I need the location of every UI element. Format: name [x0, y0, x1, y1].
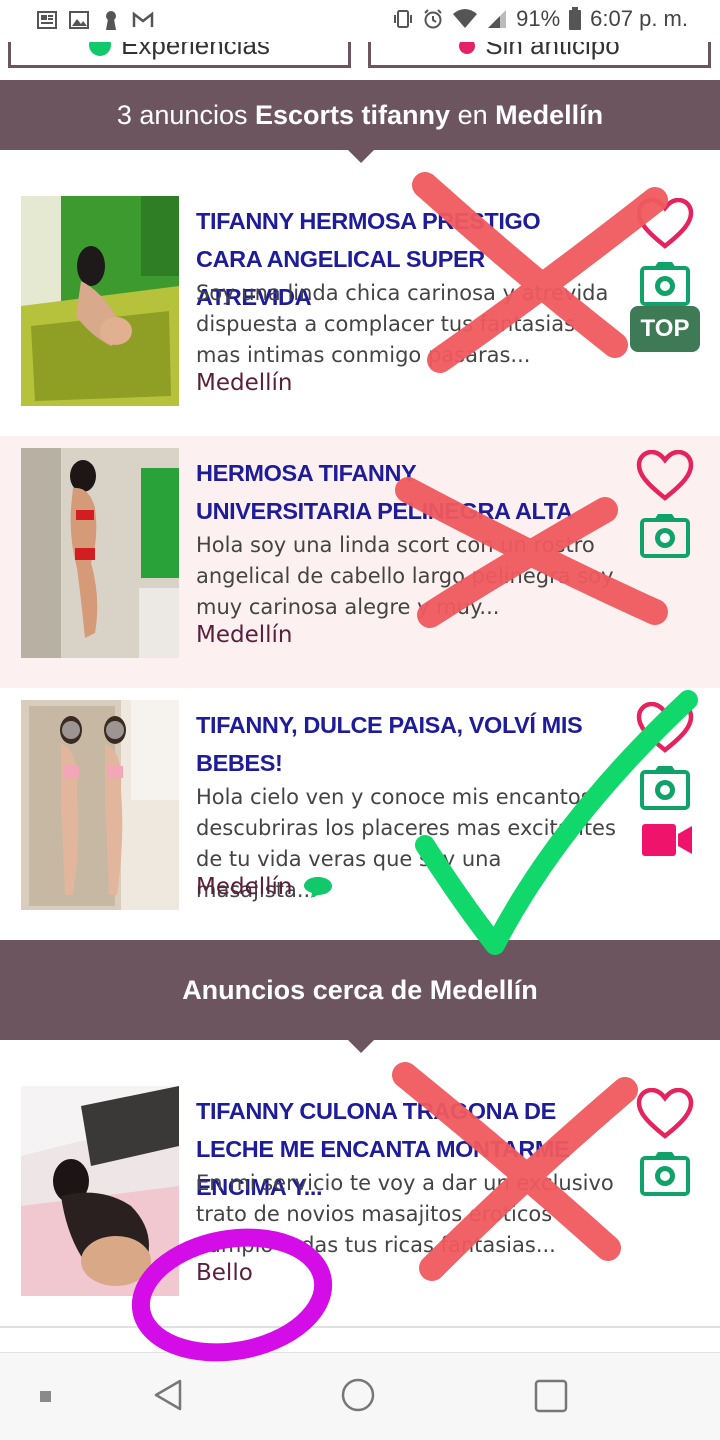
keyhole-icon — [106, 11, 116, 30]
header-notch — [348, 1040, 374, 1053]
favorite-heart-icon[interactable] — [636, 702, 694, 754]
listing-location: Bello — [196, 1260, 253, 1286]
listing-location: Medellín — [196, 874, 293, 900]
results-connector: en — [457, 99, 488, 130]
news-icon — [37, 11, 57, 29]
results-header: 3 anuncios Escorts tifanny en Medellín — [0, 80, 720, 163]
listing-card[interactable]: TIFANNY CULONA TRAGONA DE LECHE ME ENCAN… — [0, 1074, 720, 1326]
listing-description: Soy una linda chica carinosa y atrevida … — [196, 281, 609, 367]
clock: 6:07 p. m. — [590, 6, 688, 31]
header-notch — [348, 150, 374, 163]
results-city: Medellín — [495, 99, 604, 130]
listing-photo[interactable] — [21, 448, 179, 658]
listing-card[interactable]: HERMOSA TIFANNY UNIVERSITARIA PELINEGRA … — [0, 436, 720, 688]
camera-icon — [640, 262, 690, 306]
listing-location: Medellín — [196, 622, 293, 648]
nav-indicator-icon — [40, 1391, 51, 1402]
listing-description: En mi servicio te voy a dar un exclusivo… — [196, 1171, 614, 1257]
home-icon[interactable] — [340, 1377, 376, 1413]
camera-icon — [640, 514, 690, 558]
wifi-icon — [453, 9, 478, 28]
favorite-heart-icon[interactable] — [636, 1088, 694, 1140]
nearby-title: Anuncios cerca de Medellín — [182, 974, 538, 1005]
gmail-icon — [132, 11, 154, 27]
camera-icon — [640, 1152, 690, 1196]
listing-card[interactable]: TIFANNY, DULCE PAISA, VOLVÍ MIS BEBES! H… — [0, 688, 720, 940]
top-badge: TOP — [630, 306, 700, 352]
listing-location: Medellín — [196, 370, 293, 396]
image-icon — [69, 11, 89, 29]
divider — [0, 1326, 720, 1328]
listing-photo[interactable] — [21, 1086, 179, 1296]
results-count: 3 anuncios — [116, 99, 248, 130]
video-camera-icon — [642, 824, 692, 856]
listing-photo[interactable] — [21, 700, 179, 910]
favorite-heart-icon[interactable] — [636, 198, 694, 250]
battery-icon — [569, 7, 582, 30]
listing-title[interactable]: HERMOSA TIFANNY UNIVERSITARIA PELINEGRA … — [196, 454, 596, 530]
listing-description: Hola soy una linda scort con un rostro a… — [196, 533, 614, 619]
back-icon[interactable] — [150, 1377, 186, 1413]
signal-icon — [488, 10, 507, 28]
vibrate-icon — [394, 10, 413, 28]
battery-percent: 91% — [516, 6, 561, 31]
nearby-header: Anuncios cerca de Medellín — [0, 940, 720, 1053]
camera-icon — [640, 766, 690, 810]
chat-bubble-icon — [303, 877, 332, 898]
results-query: Escorts tifanny — [254, 99, 451, 130]
alarm-icon — [424, 9, 442, 29]
recents-icon[interactable] — [533, 1378, 569, 1414]
listing-photo[interactable] — [21, 196, 179, 406]
status-bar: 91% 6:07 p. m. — [0, 0, 720, 42]
favorite-heart-icon[interactable] — [636, 450, 694, 502]
listing-card[interactable]: TIFANNY HERMOSA PRESTIGO CARA ANGELICAL … — [0, 184, 720, 436]
listing-title[interactable]: TIFANNY, DULCE PAISA, VOLVÍ MIS BEBES! — [196, 706, 596, 782]
phone-screen: Experiencias Sin anticipo 91% 6:07 p. m.… — [0, 0, 720, 1440]
navigation-bar — [0, 1352, 720, 1440]
